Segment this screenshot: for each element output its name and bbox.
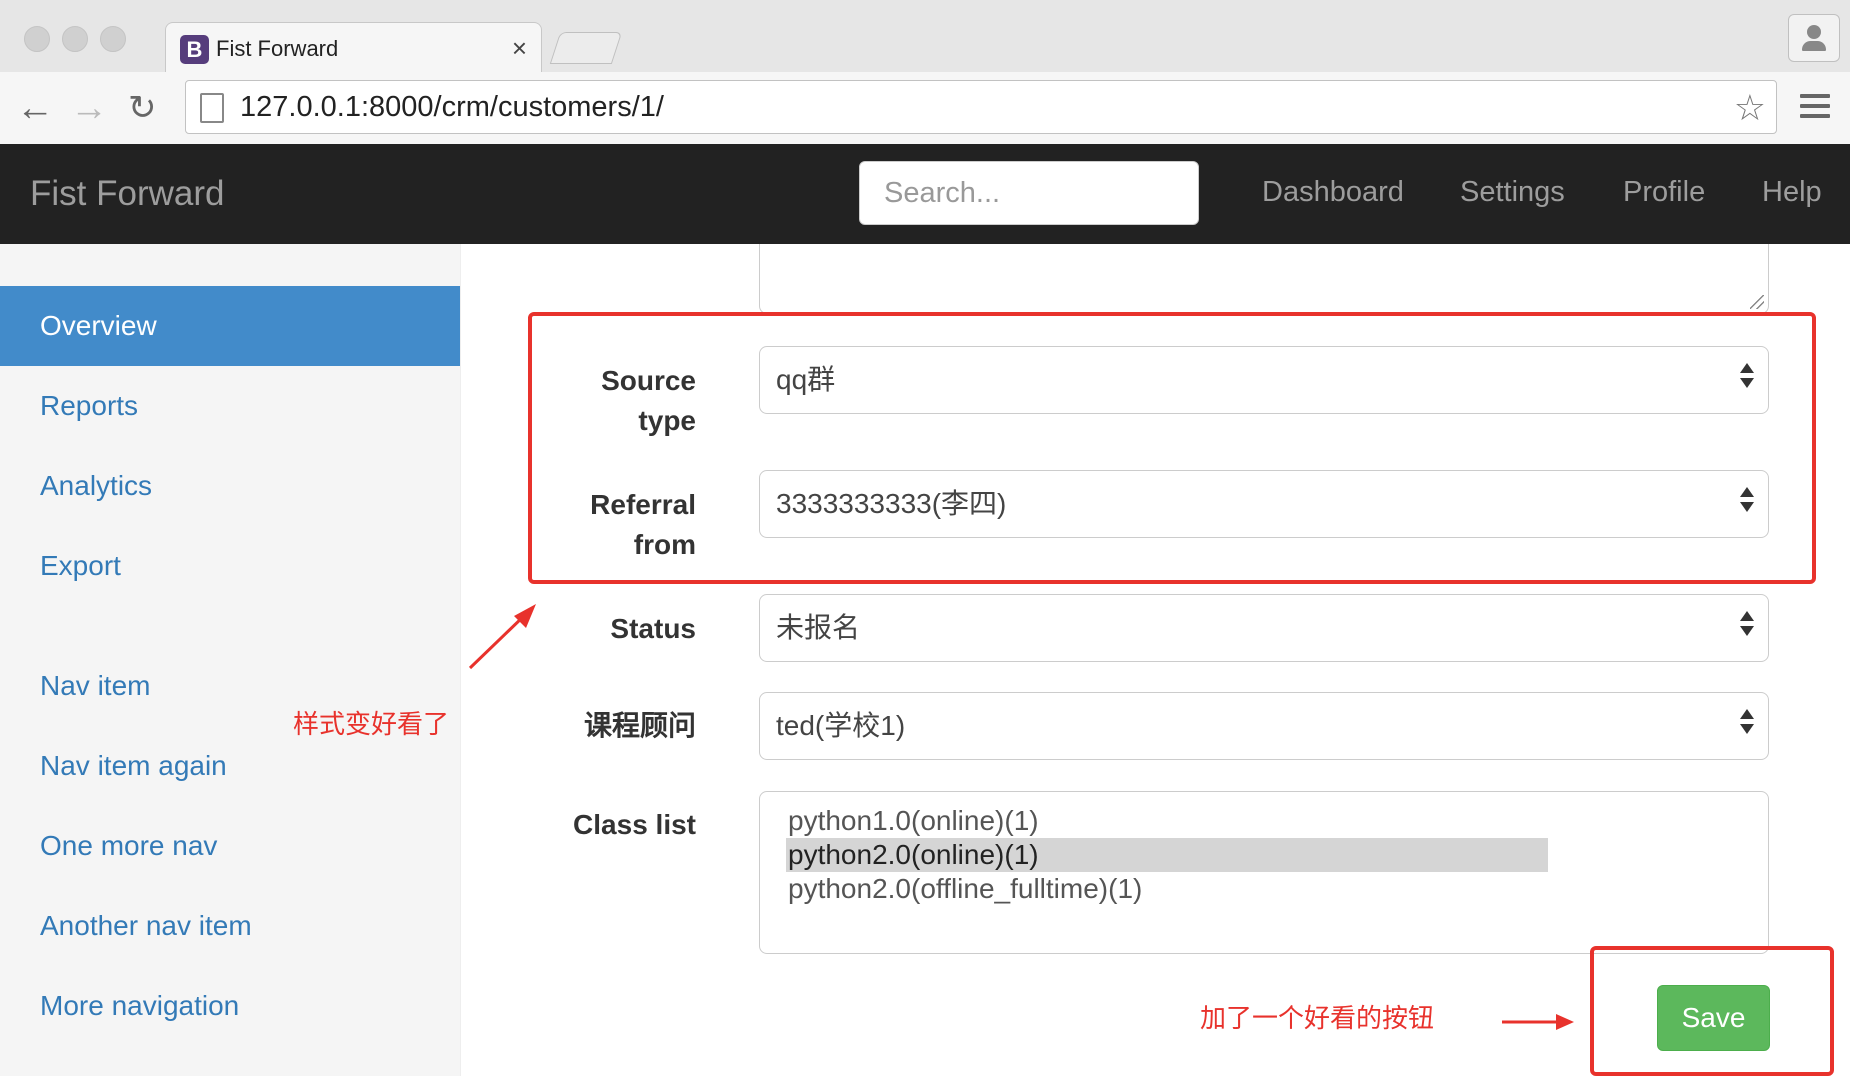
consultant-label: 课程顾问 [583, 710, 696, 741]
browser-toolbar: ← → ↻ 127.0.0.1:8000/crm/customers/1/ ☆ [0, 72, 1850, 145]
sidebar-item-overview[interactable]: Overview [0, 286, 460, 366]
sidebar: Overview Reports Analytics Export Nav it… [0, 244, 461, 1076]
url-text[interactable]: 127.0.0.1:8000/crm/customers/1/ [240, 91, 664, 123]
sidebar-item-one-more-nav[interactable]: One more nav [0, 806, 460, 886]
tab-close-icon[interactable]: × [512, 33, 527, 64]
annotation-arrow-right-icon [1502, 1014, 1574, 1030]
nav-dashboard[interactable]: Dashboard [1262, 176, 1404, 209]
annotation-box-form [528, 312, 1816, 584]
new-tab-button[interactable] [549, 32, 623, 64]
memo-textarea[interactable] [759, 244, 1769, 314]
class-option-selected[interactable]: python2.0(online)(1) [786, 838, 1548, 872]
tab-title: Fist Forward [216, 36, 339, 61]
brand-link[interactable]: Fist Forward [30, 174, 224, 214]
annotation-style-note: 样式变好看了 [293, 710, 450, 740]
class-option[interactable]: python1.0(online)(1) [786, 804, 1548, 838]
bookmark-star-icon[interactable]: ☆ [1734, 87, 1766, 129]
back-arrow-icon[interactable]: ← [16, 86, 54, 130]
nav-help[interactable]: Help [1762, 176, 1822, 209]
window-close-icon[interactable] [24, 26, 50, 52]
forward-arrow-icon[interactable]: → [70, 86, 108, 130]
nav-profile[interactable]: Profile [1623, 176, 1705, 209]
consultant-select[interactable]: ted(学校1) [759, 692, 1769, 760]
sidebar-item-analytics[interactable]: Analytics [0, 446, 460, 526]
status-label: Status [610, 613, 696, 644]
site-navbar: Fist Forward Dashboard Settings Profile … [0, 144, 1850, 244]
browser-profile-icon[interactable] [1788, 14, 1840, 62]
annotation-arrow-icon [468, 604, 536, 670]
browser-tab-strip: B Fist Forward × [0, 0, 1850, 75]
address-bar[interactable]: 127.0.0.1:8000/crm/customers/1/ ☆ [185, 80, 1777, 134]
resize-handle-icon[interactable] [1750, 295, 1764, 309]
nav-settings[interactable]: Settings [1460, 176, 1565, 209]
search-input[interactable] [859, 161, 1199, 225]
browser-tab[interactable]: B Fist Forward × [165, 22, 542, 75]
status-select[interactable]: 未报名 [759, 594, 1769, 662]
class-option[interactable]: python2.0(offline_fulltime)(1) [786, 872, 1548, 906]
sidebar-item-export[interactable]: Export [0, 526, 460, 606]
select-arrows-icon [1740, 709, 1754, 734]
select-arrows-icon [1740, 611, 1754, 636]
sidebar-item-more-navigation[interactable]: More navigation [0, 966, 460, 1046]
sidebar-item-reports[interactable]: Reports [0, 366, 460, 446]
window-minimize-icon[interactable] [62, 26, 88, 52]
bootstrap-favicon-icon: B [180, 35, 209, 64]
annotation-box-save [1590, 946, 1834, 1076]
consultant-value: ted(学校1) [776, 710, 906, 741]
page-icon [200, 93, 224, 123]
window-zoom-icon[interactable] [100, 26, 126, 52]
annotation-button-note: 加了一个好看的按钮 [1200, 1004, 1435, 1034]
browser-menu-icon[interactable] [1800, 94, 1830, 124]
class-list-label: Class list [573, 809, 696, 840]
reload-icon[interactable]: ↻ [128, 86, 157, 130]
status-value: 未报名 [776, 612, 861, 643]
class-list-multiselect[interactable]: python1.0(online)(1) python2.0(online)(1… [759, 791, 1769, 954]
sidebar-item-another-nav-item[interactable]: Another nav item [0, 886, 460, 966]
